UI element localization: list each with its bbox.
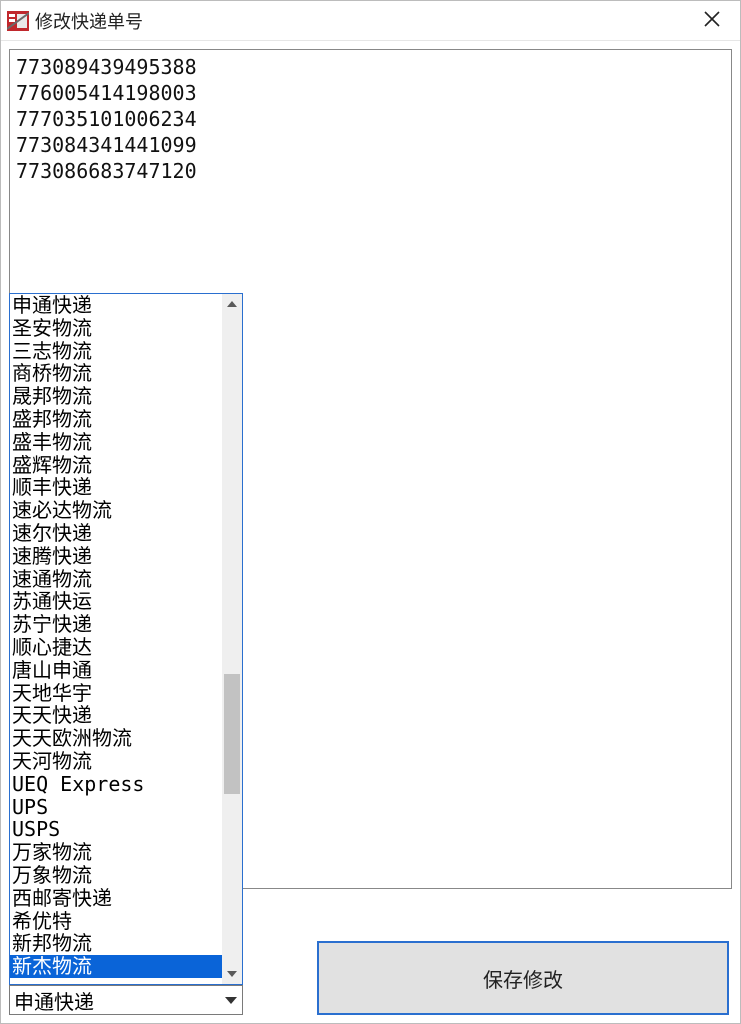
scroll-thumb[interactable]: [224, 674, 240, 794]
courier-option[interactable]: UPS: [10, 796, 222, 819]
courier-option[interactable]: 唐山申通: [10, 659, 222, 682]
courier-option[interactable]: 三志物流: [10, 340, 222, 363]
courier-option[interactable]: 天天欧洲物流: [10, 727, 222, 750]
courier-option[interactable]: 苏通快运: [10, 590, 222, 613]
chevron-up-icon: [227, 301, 237, 307]
save-button[interactable]: 保存修改: [317, 941, 729, 1015]
scroll-down-button[interactable]: [222, 964, 242, 984]
close-icon: [703, 10, 721, 33]
dropdown-scrollbar[interactable]: [222, 294, 242, 984]
courier-option[interactable]: 盛丰物流: [10, 431, 222, 454]
courier-option[interactable]: USPS: [10, 818, 222, 841]
courier-option[interactable]: 速必达物流: [10, 499, 222, 522]
save-button-label: 保存修改: [483, 964, 563, 993]
courier-option[interactable]: 盛辉物流: [10, 454, 222, 477]
courier-option[interactable]: 万家物流: [10, 841, 222, 864]
app-icon: [7, 11, 29, 31]
courier-option[interactable]: 新杰物流: [10, 955, 222, 978]
courier-option[interactable]: 新邦物流: [10, 932, 222, 955]
courier-option[interactable]: 顺丰快递: [10, 476, 222, 499]
courier-option[interactable]: 天天快递: [10, 704, 222, 727]
chevron-down-icon: [225, 997, 237, 1004]
courier-option[interactable]: 天河物流: [10, 750, 222, 773]
courier-selected-value: 申通快递: [10, 986, 220, 1015]
courier-option[interactable]: 速通物流: [10, 568, 222, 591]
courier-option[interactable]: UEQ Express: [10, 773, 222, 796]
dialog-window: 修改快递单号 申通快递圣安物流三志物流商桥物流晟邦物流盛邦物流盛丰物流盛辉物流顺…: [0, 0, 741, 1024]
courier-option[interactable]: 希优特: [10, 910, 222, 933]
courier-option[interactable]: 天地华宇: [10, 682, 222, 705]
courier-option[interactable]: 商桥物流: [10, 362, 222, 385]
courier-option[interactable]: 万象物流: [10, 864, 222, 887]
scroll-up-button[interactable]: [222, 294, 242, 314]
courier-option[interactable]: 晟邦物流: [10, 385, 222, 408]
courier-option[interactable]: 西邮寄快递: [10, 887, 222, 910]
courier-combo-wrapper: 申通快递圣安物流三志物流商桥物流晟邦物流盛邦物流盛丰物流盛辉物流顺丰快递速必达物…: [9, 985, 243, 1015]
close-button[interactable]: [684, 1, 740, 41]
courier-option[interactable]: 圣安物流: [10, 317, 222, 340]
titlebar: 修改快递单号: [1, 1, 740, 41]
courier-option[interactable]: 盛邦物流: [10, 408, 222, 431]
courier-option[interactable]: 申通快递: [10, 294, 222, 317]
courier-dropdown-list: 申通快递圣安物流三志物流商桥物流晟邦物流盛邦物流盛丰物流盛辉物流顺丰快递速必达物…: [9, 293, 243, 985]
content-area: 申通快递圣安物流三志物流商桥物流晟邦物流盛邦物流盛丰物流盛辉物流顺丰快递速必达物…: [1, 41, 740, 1023]
courier-option[interactable]: 苏宁快递: [10, 613, 222, 636]
courier-combobox[interactable]: 申通快递: [9, 985, 243, 1015]
courier-option[interactable]: 速尔快递: [10, 522, 222, 545]
courier-option[interactable]: 顺心捷达: [10, 636, 222, 659]
chevron-down-icon: [227, 971, 237, 977]
window-title: 修改快递单号: [35, 8, 143, 34]
combobox-toggle-button[interactable]: [220, 986, 242, 1014]
courier-option[interactable]: 速腾快递: [10, 545, 222, 568]
courier-option-list: 申通快递圣安物流三志物流商桥物流晟邦物流盛邦物流盛丰物流盛辉物流顺丰快递速必达物…: [10, 294, 222, 984]
